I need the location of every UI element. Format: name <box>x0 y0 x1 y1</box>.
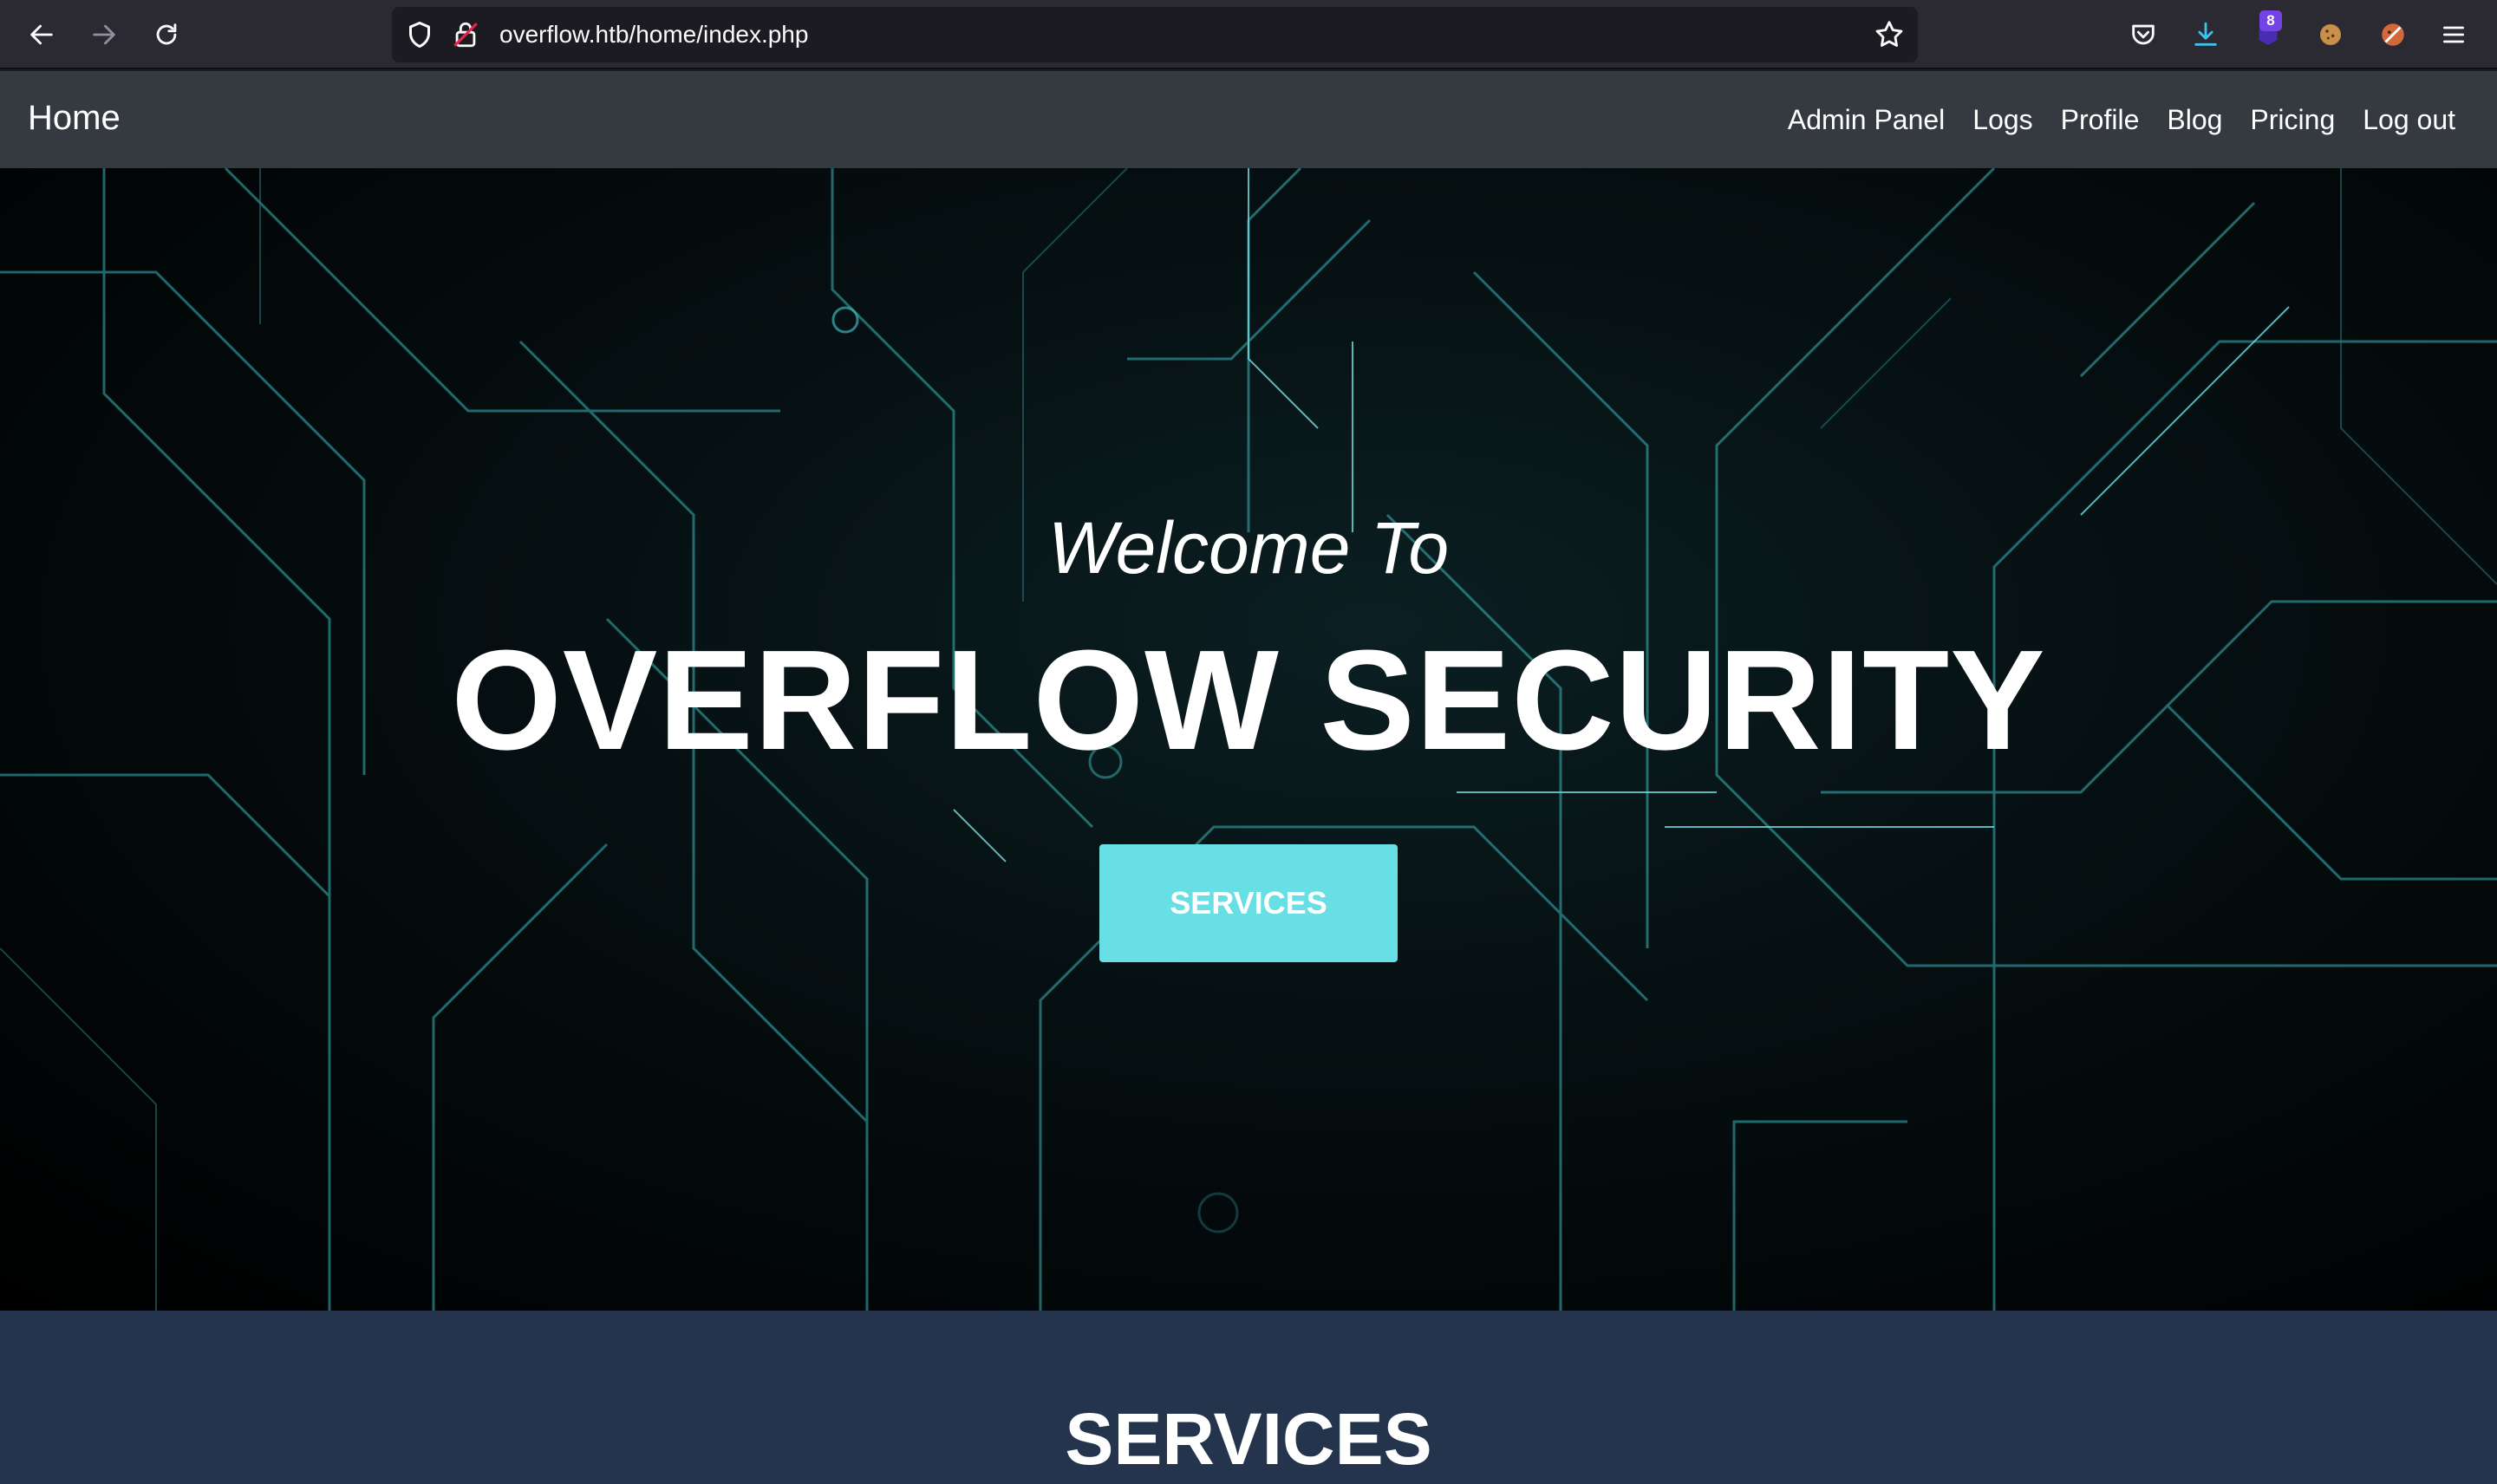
app-menu-button[interactable] <box>2435 16 2473 54</box>
brand-home-link[interactable]: Home <box>28 71 121 168</box>
back-button[interactable] <box>21 14 62 55</box>
nav-logs[interactable]: Logs <box>1972 104 2032 136</box>
pocket-button[interactable] <box>2124 16 2162 54</box>
nav-pricing[interactable]: Pricing <box>2250 104 2335 136</box>
cookie-editor-button[interactable] <box>2374 16 2412 54</box>
shield-icon[interactable] <box>404 19 435 50</box>
arrow-left-icon <box>30 24 53 45</box>
forward-button[interactable] <box>83 14 125 55</box>
download-icon <box>2194 22 2217 46</box>
site-navbar: Home Admin Panel Logs Profile Blog Prici… <box>0 71 2497 168</box>
nav-admin-panel[interactable]: Admin Panel <box>1788 104 1945 136</box>
cookie-editor-icon <box>2382 23 2404 46</box>
address-bar[interactable]: overflow.htb/home/index.php <box>392 7 1918 62</box>
browser-toolbar: overflow.htb/home/index.php 8 <box>0 0 2497 69</box>
bookmark-star-icon[interactable] <box>1873 18 1906 51</box>
hamburger-menu-icon <box>2443 26 2464 43</box>
services-section: SERVICES <box>0 1311 2497 1484</box>
pocket-icon <box>2132 24 2155 45</box>
hero-section: Welcome To OVERFLOW SECURITY SERVICES <box>0 168 2497 1311</box>
cookie-extension-button[interactable] <box>2311 16 2350 54</box>
insecure-lock-icon[interactable] <box>451 19 480 50</box>
reload-icon <box>156 23 177 45</box>
url-text[interactable]: overflow.htb/home/index.php <box>499 7 808 62</box>
hero-welcome-text: Welcome To <box>1047 507 1450 589</box>
nav-links: Admin Panel Logs Profile Blog Pricing Lo… <box>1788 71 2455 168</box>
extension-badge: 8 <box>2259 10 2282 31</box>
hero-title: OVERFLOW SECURITY <box>451 621 2046 779</box>
services-button[interactable]: SERVICES <box>1099 844 1398 962</box>
cookie-icon <box>2320 24 2341 45</box>
nav-blog[interactable]: Blog <box>2167 104 2222 136</box>
reload-button[interactable] <box>146 14 187 55</box>
nav-profile[interactable]: Profile <box>2061 104 2140 136</box>
services-heading: SERVICES <box>1065 1398 1432 1480</box>
nav-log-out[interactable]: Log out <box>2363 104 2455 136</box>
downloads-button[interactable] <box>2187 16 2225 54</box>
arrow-right-icon <box>93 24 115 45</box>
